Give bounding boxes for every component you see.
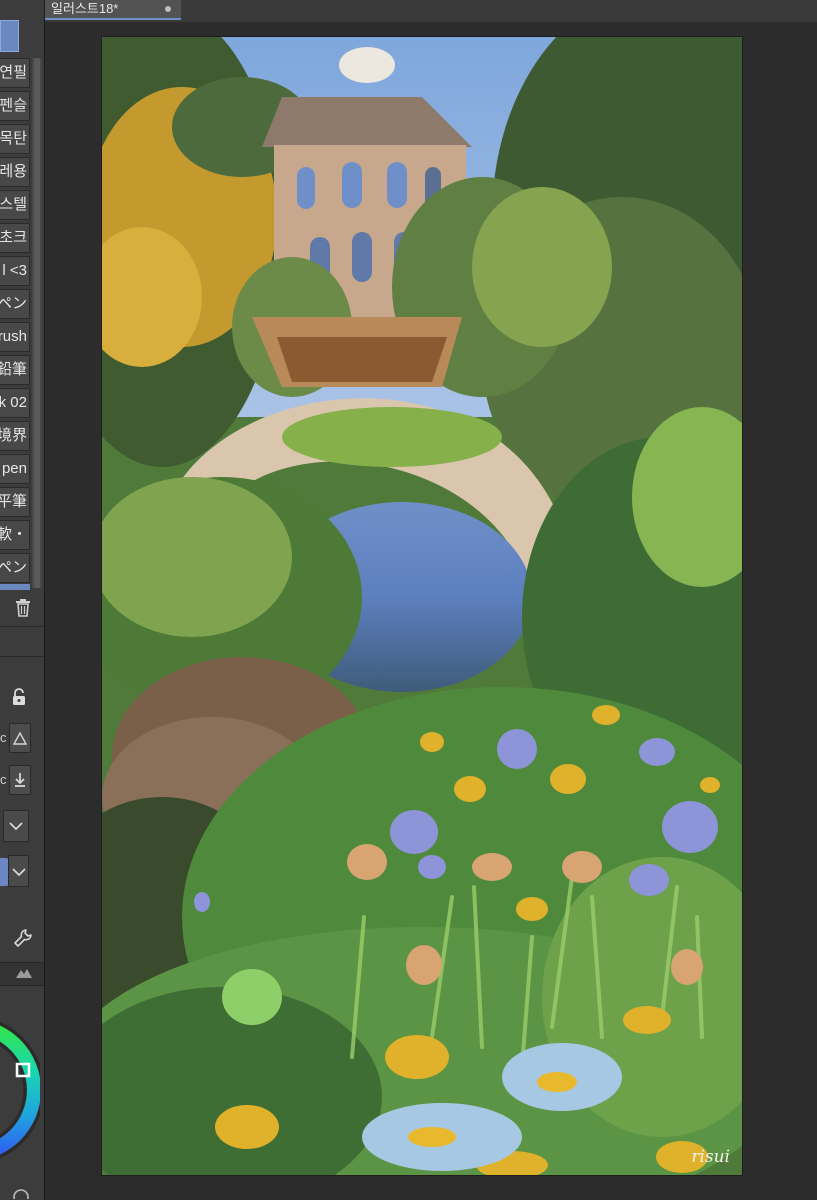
mountain-icon[interactable] [12, 964, 36, 982]
document-tab[interactable]: 일러스트18* [45, 0, 181, 20]
brush-list: 연필 펜슬 목탄 레용 스텔 초크 l <3 ペン rush 鉛筆 k 02 境… [0, 58, 32, 588]
blend-dropdown[interactable] [3, 810, 29, 842]
close-tab-icon[interactable] [165, 6, 171, 12]
color-wheel-icon[interactable] [0, 1010, 44, 1170]
brush-group-header[interactable] [0, 20, 19, 52]
selected-brush-indicator [0, 584, 30, 590]
document-tab-title: 일러스트18* [51, 1, 119, 16]
triangle-icon[interactable] [9, 723, 31, 753]
download-icon[interactable] [9, 765, 31, 795]
trash-icon[interactable] [12, 596, 34, 620]
texture-dropdown[interactable] [8, 855, 29, 887]
wrench-icon[interactable] [10, 925, 36, 951]
brush-item[interactable]: 平筆 [0, 487, 30, 517]
brush-item-selected[interactable]: ペン [0, 553, 30, 583]
partial-glyph: c [0, 730, 7, 745]
brush-item[interactable]: 스텔 [0, 190, 30, 220]
brush-list-scrollbar[interactable] [32, 58, 42, 588]
lock-icon[interactable] [8, 686, 30, 708]
brush-item[interactable]: 레용 [0, 157, 30, 187]
chevron-down-icon [8, 819, 24, 833]
brush-item[interactable]: ペン [0, 289, 30, 319]
partial-glyph: c [0, 772, 7, 787]
chevron-down-icon [11, 865, 27, 879]
brush-item[interactable]: 펜슬 [0, 91, 30, 121]
brush-item[interactable]: ・軟 [0, 520, 30, 550]
brush-item[interactable]: l <3 [0, 256, 30, 286]
artwork-canvas[interactable]: risui [102, 37, 742, 1175]
brush-item[interactable]: k 02 [0, 388, 30, 418]
panel-separator [0, 656, 44, 657]
artist-signature: risui [691, 1147, 730, 1167]
brush-sub-tool-panel: 연필 펜슬 목탄 레용 스텔 초크 l <3 ペン rush 鉛筆 k 02 境… [0, 0, 44, 1200]
brush-item[interactable]: 목탄 [0, 124, 30, 154]
settings-icon[interactable] [10, 1186, 32, 1200]
brush-item[interactable]: 境界 [0, 421, 30, 451]
brush-item[interactable]: 鉛筆 [0, 355, 30, 385]
brush-item[interactable]: 초크 [0, 223, 30, 253]
panel-separator [0, 626, 44, 627]
brush-item[interactable]: 연필 [0, 58, 30, 88]
painting-illustration [102, 37, 742, 1175]
brush-item[interactable]: pen [0, 454, 30, 484]
scrollbar-thumb[interactable] [34, 58, 40, 588]
brush-item[interactable]: rush [0, 322, 30, 352]
